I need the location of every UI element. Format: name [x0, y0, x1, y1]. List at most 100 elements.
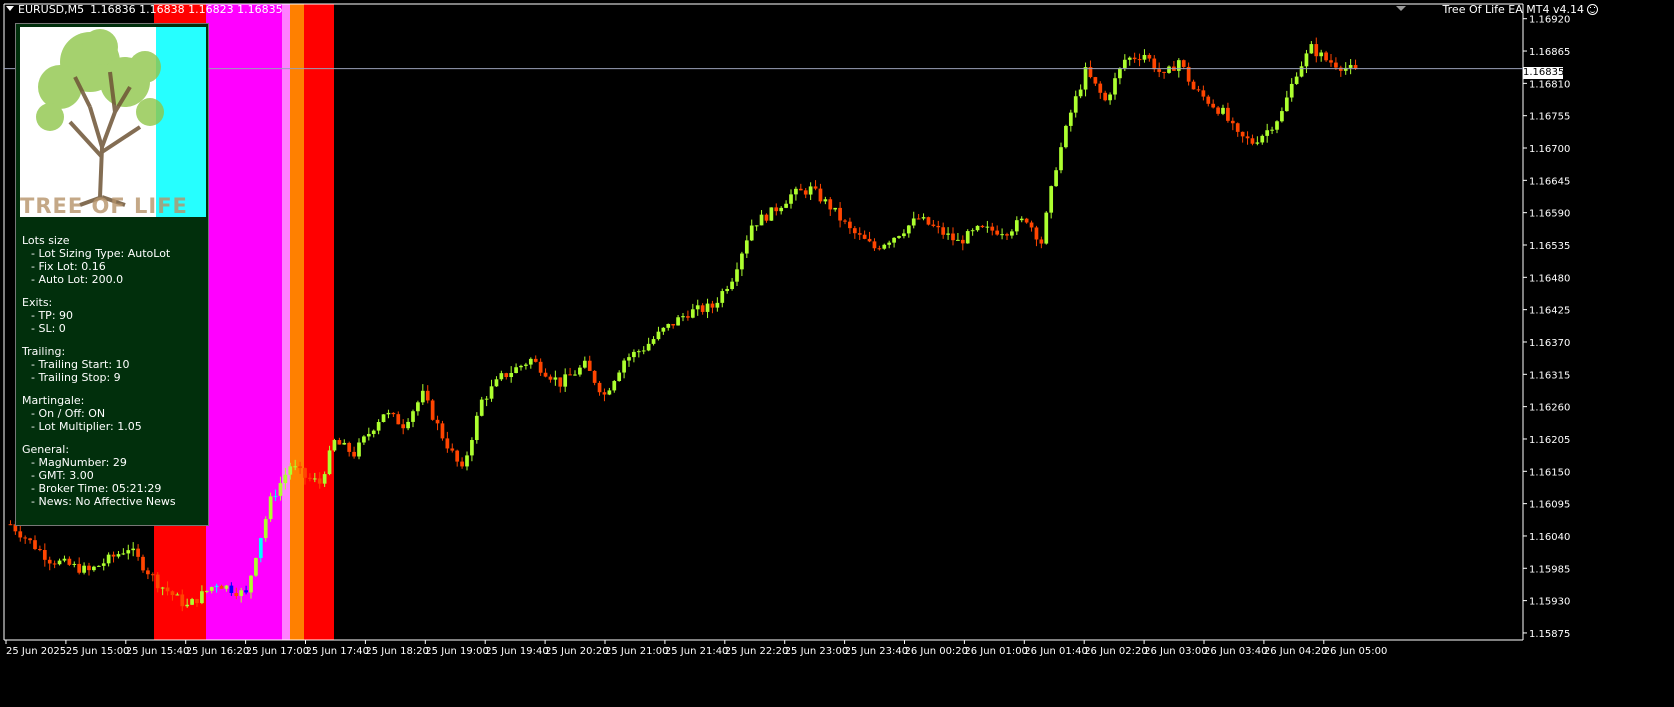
candle-body[interactable] [111, 554, 116, 557]
candle-body[interactable] [902, 233, 906, 237]
candle-body[interactable] [617, 372, 622, 382]
candle-body[interactable] [47, 559, 52, 564]
candle-body[interactable] [1270, 129, 1274, 131]
candle-body[interactable] [558, 377, 563, 387]
candle-body[interactable] [744, 240, 749, 254]
candle-body[interactable] [347, 442, 352, 452]
candle-body[interactable] [317, 478, 322, 484]
candle-body[interactable] [946, 233, 950, 235]
candle-body[interactable] [553, 377, 558, 380]
candle-body[interactable] [1083, 67, 1088, 90]
candle-body[interactable] [749, 225, 754, 241]
candle-body[interactable] [651, 339, 656, 344]
candle-body[interactable] [1108, 94, 1112, 101]
candle-body[interactable] [1152, 58, 1157, 70]
candle-body[interactable] [283, 474, 288, 484]
candle-body[interactable] [1044, 212, 1049, 244]
candle-body[interactable] [1211, 103, 1216, 108]
candle-body[interactable] [833, 207, 838, 210]
candle-body[interactable] [440, 423, 445, 439]
candle-body[interactable] [941, 227, 946, 235]
candle-body[interactable] [1113, 78, 1117, 95]
candle-body[interactable] [975, 225, 980, 231]
candle-body[interactable] [106, 554, 111, 564]
candle-body[interactable] [209, 587, 214, 591]
candle-body[interactable] [921, 217, 926, 219]
candle-body[interactable] [1093, 77, 1098, 84]
candle-body[interactable] [573, 374, 577, 376]
candle-body[interactable] [754, 225, 759, 227]
candle-body[interactable] [1196, 89, 1201, 91]
candle-body[interactable] [1319, 52, 1324, 57]
candle-body[interactable] [190, 599, 194, 605]
candle-body[interactable] [1299, 66, 1304, 77]
candle-body[interactable] [116, 554, 121, 557]
candle-body[interactable] [504, 373, 509, 378]
candle-body[interactable] [18, 531, 23, 538]
candle-body[interactable] [705, 303, 710, 312]
candle-body[interactable] [931, 224, 936, 226]
candle-body[interactable] [219, 585, 224, 589]
candle-body[interactable] [96, 565, 101, 567]
candle-body[interactable] [1329, 60, 1333, 63]
candle-body[interactable] [956, 239, 960, 241]
candle-body[interactable] [686, 316, 690, 318]
candle-body[interactable] [848, 221, 852, 229]
candle-body[interactable] [234, 592, 239, 597]
candle-body[interactable] [1098, 83, 1103, 93]
candle-body[interactable] [808, 186, 813, 195]
candle-body[interactable] [435, 419, 440, 424]
candle-body[interactable] [872, 241, 877, 249]
candle-body[interactable] [710, 303, 715, 308]
candle-body[interactable] [474, 415, 479, 441]
chart-window[interactable]: 1.16920 1.16865 1.16810 1.16755 1.16700 1.166… [0, 0, 1674, 707]
candle-body[interactable] [268, 496, 273, 519]
candle-body[interactable] [62, 558, 67, 561]
candle-body[interactable] [636, 351, 641, 353]
candle-body[interactable] [911, 218, 916, 226]
candle-body[interactable] [450, 448, 455, 451]
candle-body[interactable] [1324, 52, 1328, 61]
candle-body[interactable] [28, 538, 32, 541]
candle-body[interactable] [1127, 57, 1132, 60]
candle-body[interactable] [524, 364, 528, 366]
candle-body[interactable] [813, 186, 818, 189]
candle-body[interactable] [258, 538, 263, 559]
candle-body[interactable] [479, 399, 484, 416]
candle-body[interactable] [1309, 44, 1314, 54]
candle-body[interactable] [622, 360, 626, 373]
candle-body[interactable] [1245, 136, 1250, 139]
candle-body[interactable] [416, 402, 420, 412]
candle-body[interactable] [155, 574, 160, 589]
candle-body[interactable] [82, 565, 86, 573]
candle-body[interactable] [327, 450, 332, 475]
candle-body[interactable] [1235, 123, 1240, 132]
candle-body[interactable] [352, 451, 356, 457]
candle-body[interactable] [303, 468, 307, 478]
candle-body[interactable] [995, 230, 1000, 235]
candle-body[interactable] [1122, 59, 1127, 69]
candle-body[interactable] [1206, 96, 1211, 104]
candle-body[interactable] [1137, 59, 1142, 61]
candle-body[interactable] [67, 558, 72, 565]
candle-body[interactable] [214, 585, 219, 588]
candle-body[interactable] [126, 550, 131, 554]
candle-body[interactable] [1250, 138, 1255, 144]
candle-body[interactable] [92, 566, 96, 571]
candle-body[interactable] [838, 207, 842, 221]
candle-body[interactable] [597, 382, 602, 393]
candle-body[interactable] [543, 372, 548, 377]
candle-body[interactable] [533, 358, 538, 362]
candle-body[interactable] [38, 549, 42, 551]
candle-body[interactable] [676, 317, 680, 326]
candle-body[interactable] [406, 421, 410, 429]
candle-body[interactable] [401, 424, 406, 429]
candle-body[interactable] [101, 563, 106, 566]
candle-body[interactable] [646, 343, 651, 351]
collapse-triangle-icon[interactable] [6, 6, 14, 11]
candle-body[interactable] [730, 281, 734, 289]
candle-body[interactable] [131, 548, 136, 551]
candle-body[interactable] [695, 305, 700, 310]
candle-body[interactable] [1284, 97, 1289, 112]
candle-body[interactable] [960, 239, 965, 244]
